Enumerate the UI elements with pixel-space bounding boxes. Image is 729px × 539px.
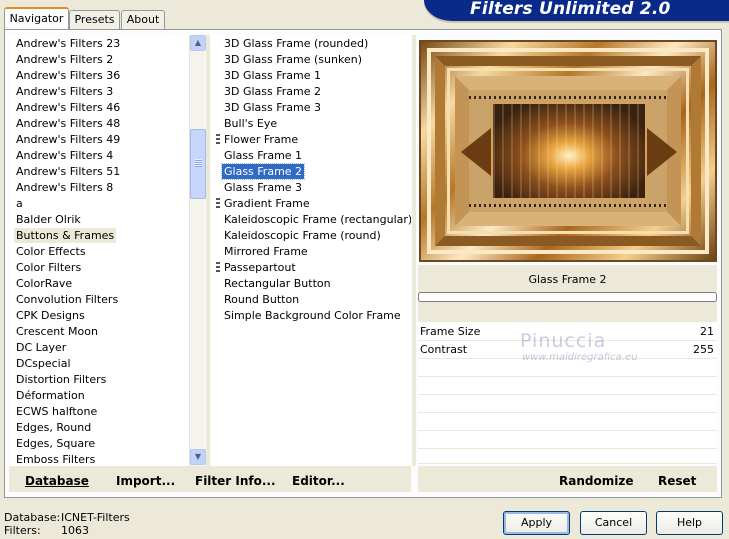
preview-image	[419, 40, 717, 262]
category-item[interactable]: Balder Olrik	[14, 212, 83, 227]
category-item[interactable]: Buttons & Frames	[14, 228, 117, 243]
slider-label: Frame Size	[420, 325, 481, 338]
frame-ornament	[647, 128, 677, 176]
category-item[interactable]: Andrew's Filters 8	[14, 180, 115, 195]
preview-filter-name: Glass Frame 2	[528, 273, 607, 286]
database-button[interactable]: Database	[25, 474, 89, 488]
filter-item[interactable]: Flower Frame	[222, 132, 300, 147]
category-item[interactable]: Andrew's Filters 23	[14, 36, 122, 51]
category-item[interactable]: Andrew's Filters 48	[14, 116, 122, 131]
import-button[interactable]: Import...	[116, 474, 175, 488]
category-item[interactable]: Andrew's Filters 46	[14, 100, 122, 115]
filters-count: 1063	[61, 524, 89, 537]
randomize-button[interactable]: Randomize	[559, 474, 633, 488]
category-item[interactable]: Distortion Filters	[14, 372, 108, 387]
empty-slider-row	[418, 449, 717, 464]
apply-button[interactable]: Apply	[503, 511, 570, 535]
category-item[interactable]: Edges, Round	[14, 420, 93, 435]
category-item[interactable]: Andrew's Filters 51	[14, 164, 122, 179]
category-item[interactable]: Andrew's Filters 36	[14, 68, 122, 83]
slider-value: 255	[693, 343, 714, 356]
watermark: Pinuccia	[520, 330, 607, 352]
editor-button[interactable]: Editor...	[292, 474, 345, 488]
category-item[interactable]: DCspecial	[14, 356, 73, 371]
scroll-thumb[interactable]	[190, 129, 206, 199]
category-item[interactable]: Convolution Filters	[14, 292, 120, 307]
category-item[interactable]: Andrew's Filters 3	[14, 84, 115, 99]
database-label: Database:	[4, 511, 61, 524]
category-item[interactable]: Andrew's Filters 49	[14, 132, 122, 147]
filter-item[interactable]: Simple Background Color Frame	[222, 308, 403, 323]
category-item[interactable]: CPK Designs	[14, 308, 87, 323]
category-item[interactable]: Emboss Filters	[14, 452, 97, 466]
filter-item[interactable]: Glass Frame 2	[220, 163, 306, 180]
category-item[interactable]: Déformation	[14, 388, 87, 403]
tab-navigator[interactable]: Navigator	[4, 7, 69, 30]
group-grip-icon	[216, 198, 220, 209]
filter-item[interactable]: 3D Glass Frame 1	[222, 68, 323, 83]
group-grip-icon	[216, 262, 220, 273]
category-item[interactable]: Edges, Square	[14, 436, 97, 451]
help-button[interactable]: Help	[656, 511, 723, 535]
filter-item[interactable]: Gradient Frame	[222, 196, 312, 211]
category-item[interactable]: Crescent Moon	[14, 324, 100, 339]
frame-dots	[469, 204, 669, 207]
filter-item[interactable]: 3D Glass Frame (sunken)	[222, 52, 364, 67]
empty-slider-row	[418, 395, 717, 413]
filter-item[interactable]: Rectangular Button	[222, 276, 333, 291]
category-item[interactable]: Color Filters	[14, 260, 83, 275]
frame-dots	[469, 96, 669, 99]
slider-value: 21	[700, 325, 714, 338]
scroll-up-button[interactable]: ▲	[190, 35, 206, 51]
category-item[interactable]: ColorRave	[14, 276, 74, 291]
thumb-grip-icon	[195, 159, 202, 167]
filter-item[interactable]: Kaleidoscopic Frame (rectangular)	[222, 212, 411, 227]
preview-center	[491, 102, 647, 200]
list-separator	[206, 35, 210, 466]
filter-item[interactable]: Glass Frame 3	[222, 180, 304, 195]
tab-presets[interactable]: Presets	[69, 10, 120, 29]
group-grip-icon	[216, 134, 220, 145]
filters-label: Filters:	[4, 524, 41, 537]
database-value: ICNET-Filters	[61, 511, 130, 524]
category-item[interactable]: a	[14, 196, 25, 211]
category-item[interactable]: Andrew's Filters 2	[14, 52, 115, 67]
filter-item[interactable]: 3D Glass Frame 3	[222, 100, 323, 115]
category-item[interactable]: Color Effects	[14, 244, 88, 259]
watermark-url: www.maidiregrafica.eu	[522, 352, 638, 363]
list-separator-right	[412, 35, 416, 466]
category-item[interactable]: DC Layer	[14, 340, 68, 355]
filter-item[interactable]: Round Button	[222, 292, 301, 307]
reset-button[interactable]: Reset	[658, 474, 696, 488]
frame-ornament	[461, 128, 491, 176]
category-scrollbar[interactable]: ▲ ▼	[189, 35, 206, 466]
scroll-down-button[interactable]: ▼	[190, 449, 206, 465]
category-item[interactable]: Andrew's Filters 4	[14, 148, 115, 163]
filter-item[interactable]: Kaleidoscopic Frame (round)	[222, 228, 383, 243]
category-list[interactable]: Andrew's Filters 23 Andrew's Filters 2 And…	[10, 35, 190, 466]
filter-item[interactable]: Bull's Eye	[222, 116, 279, 131]
empty-slider-row	[418, 413, 717, 431]
tab-about[interactable]: About	[121, 10, 165, 29]
filter-info-button[interactable]: Filter Info...	[195, 474, 276, 488]
filter-item[interactable]: 3D Glass Frame 2	[222, 84, 323, 99]
filter-item[interactable]: Passepartout	[222, 260, 298, 275]
empty-slider-row	[418, 431, 717, 449]
filter-item[interactable]: 3D Glass Frame (rounded)	[222, 36, 370, 51]
filter-list[interactable]: 3D Glass Frame (rounded) 3D Glass Frame (…	[211, 35, 411, 466]
progress-bar	[418, 292, 717, 302]
filter-item[interactable]: Glass Frame 1	[222, 148, 304, 163]
empty-slider-row	[418, 377, 717, 395]
category-item[interactable]: ECWS halftone	[14, 404, 99, 419]
app-title: Filters Unlimited 2.0	[470, 0, 671, 19]
filter-item[interactable]: Mirrored Frame	[222, 244, 310, 259]
cancel-button[interactable]: Cancel	[580, 511, 647, 535]
slider-label: Contrast	[420, 343, 468, 356]
